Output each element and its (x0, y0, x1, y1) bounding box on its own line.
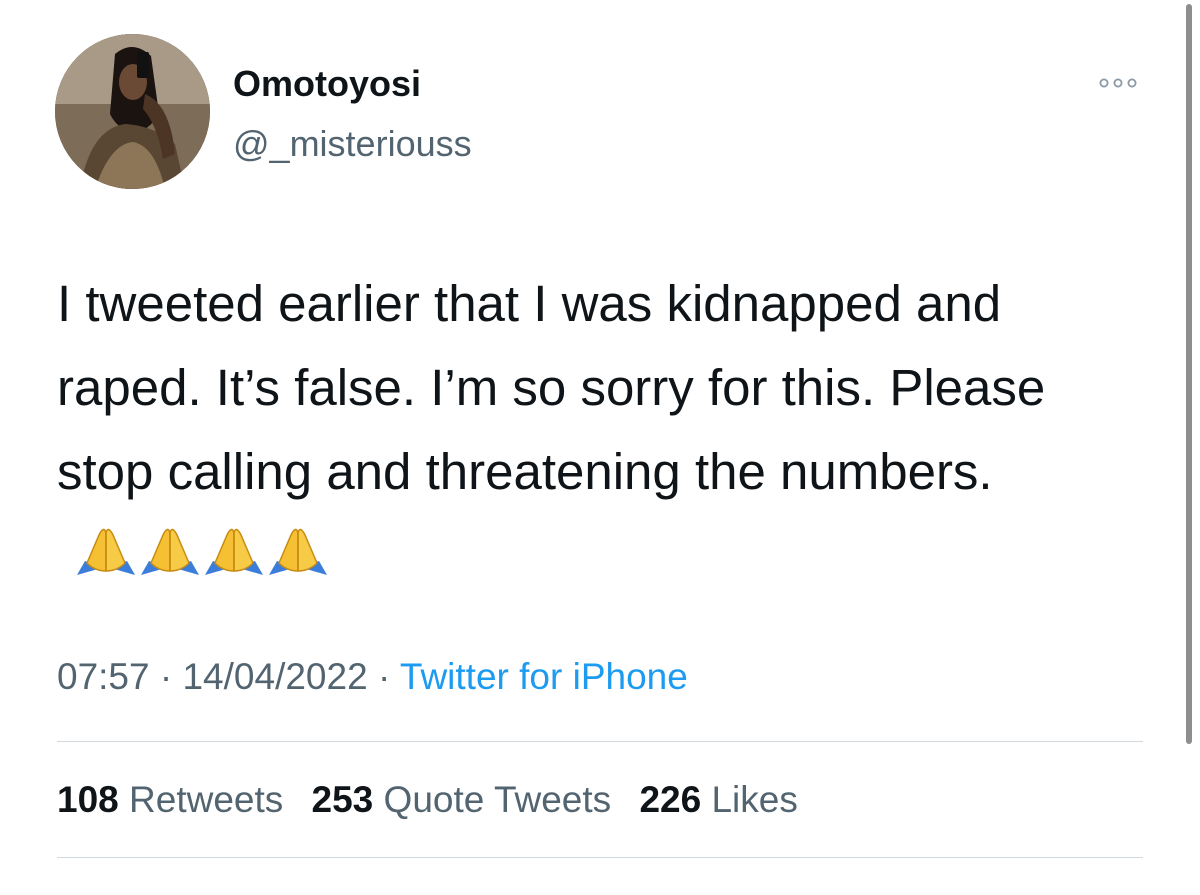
tweet-text: I tweeted earlier that I was kidnapped a… (57, 262, 1137, 602)
display-name[interactable]: Omotoyosi (233, 62, 421, 106)
quote-tweets-stat[interactable]: 253 Quote Tweets (312, 779, 612, 820)
folded-hands-emoji (269, 528, 327, 575)
likes-label: Likes (711, 779, 798, 820)
divider (57, 857, 1143, 858)
user-handle[interactable]: @_misteriouss (233, 122, 472, 166)
scrollbar[interactable] (1186, 4, 1192, 744)
folded-hands-emoji (205, 528, 263, 575)
tweet-time[interactable]: 07:57 (57, 656, 150, 697)
meta-separator: · (377, 656, 391, 697)
tweet-source-link[interactable]: Twitter for iPhone (400, 656, 688, 697)
tweet-text-content: I tweeted earlier that I was kidnapped a… (57, 275, 1046, 500)
more-options-button[interactable] (1092, 68, 1144, 98)
more-horizontal-icon (1099, 78, 1137, 88)
tweet-meta: 07:57 · 14/04/2022 · Twitter for iPhone (57, 655, 688, 699)
retweets-count: 108 (57, 779, 119, 820)
retweets-stat[interactable]: 108 Retweets (57, 779, 283, 820)
likes-stat[interactable]: 226 Likes (639, 779, 797, 820)
quote-tweets-count: 253 (311, 779, 374, 820)
avatar-photo (55, 34, 210, 189)
likes-count: 226 (639, 779, 702, 820)
emoji-group (75, 518, 331, 602)
tweet-date[interactable]: 14/04/2022 (182, 656, 367, 697)
divider (57, 741, 1143, 742)
retweets-label: Retweets (129, 779, 284, 820)
avatar[interactable] (55, 34, 210, 189)
folded-hands-emoji (141, 528, 199, 575)
meta-separator: · (159, 656, 173, 697)
folded-hands-emoji (77, 528, 135, 575)
quote-tweets-label: Quote Tweets (383, 779, 612, 820)
tweet-stats: 108 Retweets 253 Quote Tweets 226 Likes (57, 778, 816, 822)
